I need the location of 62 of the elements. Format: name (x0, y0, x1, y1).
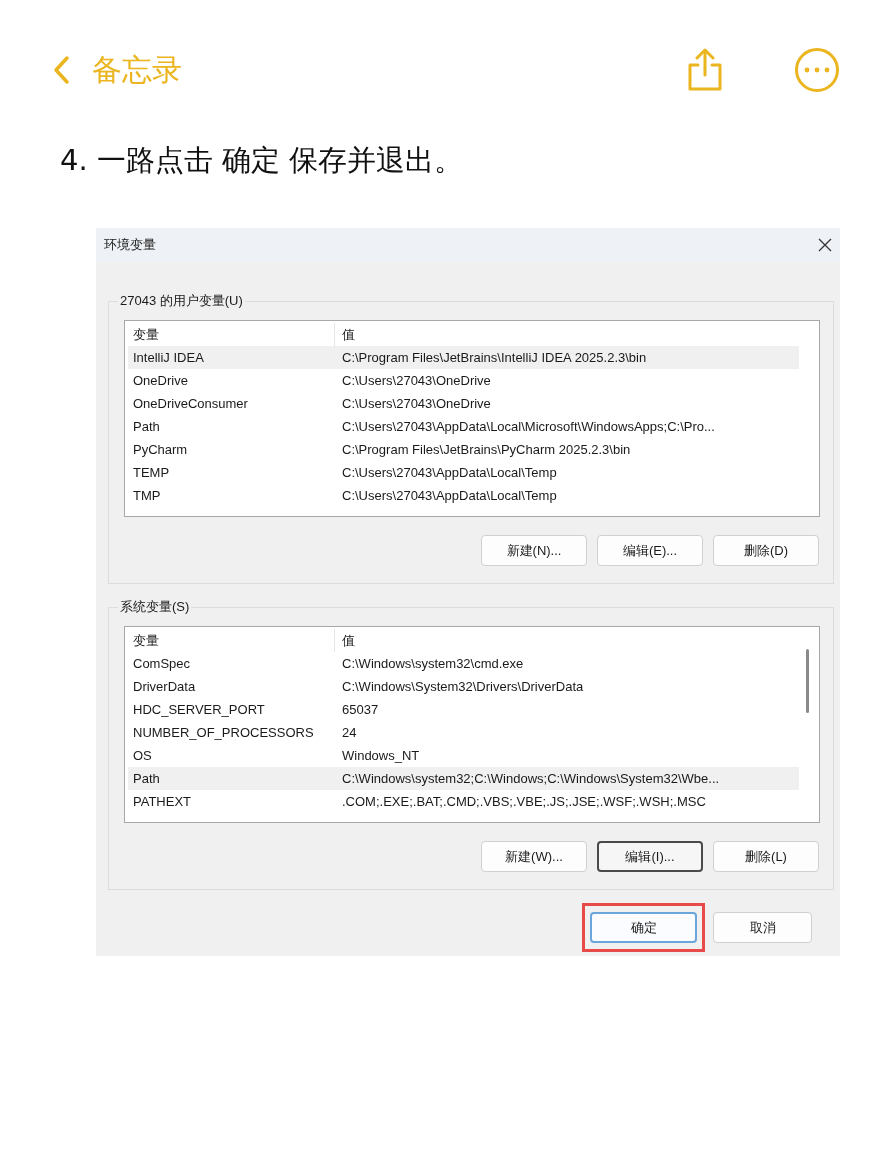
list-row[interactable]: Path C:\Windows\system32;C:\Windows;C:\Windows\System32\Wbe... (128, 767, 799, 790)
group-label: 系统变量(S) (119, 598, 191, 616)
list-row[interactable]: TMP C:\Users\27043\AppData\Local\Temp (128, 484, 799, 507)
variable-name: DriverData (132, 679, 197, 694)
dialog-button[interactable]: 删除(D) (713, 535, 819, 566)
column-header[interactable]: 值 (335, 325, 355, 344)
variable-value: C:\Users\27043\AppData\Local\Microsoft\WindowsApps;C:\Pro... (341, 419, 715, 434)
variable-name: ComSpec (132, 656, 192, 671)
dialog-button[interactable]: 新建(N)... (481, 535, 587, 566)
ok-button[interactable]: 确定 (590, 912, 697, 943)
variable-value: C:\Program Files\JetBrains\PyCharm 2025.2.3\bin (341, 442, 631, 457)
variable-name: PyCharm (132, 442, 189, 457)
variable-value: C:\Windows\system32;C:\Windows;C:\Windows\System32\Wbe... (341, 771, 720, 786)
variable-value: C:\Users\27043\OneDrive (341, 373, 491, 388)
share-icon[interactable] (686, 48, 724, 92)
variable-value: Windows_NT (341, 748, 420, 763)
group-label: 27043 的用户变量(U) (119, 292, 244, 310)
column-header[interactable]: 值 (335, 631, 355, 650)
dialog-button[interactable]: 新建(W)... (481, 841, 587, 872)
list-row[interactable]: OneDrive C:\Users\27043\OneDrive (128, 369, 799, 392)
variable-value: 24 (341, 725, 357, 740)
variable-name: OS (132, 748, 153, 763)
list-row[interactable]: IntelliJ IDEA C:\Program Files\JetBrains\IntelliJ IDEA 2025.2.3\bin (128, 346, 799, 369)
variable-value: C:\Windows\system32\cmd.exe (341, 656, 524, 671)
cancel-button[interactable]: 取消 (713, 912, 812, 943)
variable-value: C:\Users\27043\AppData\Local\Temp (341, 465, 557, 480)
variable-name: Path (132, 419, 161, 434)
variable-name: HDC_SERVER_PORT (132, 702, 266, 717)
variable-value: C:\Program Files\JetBrains\IntelliJ IDEA 2025.2.3\bin (341, 350, 647, 365)
variable-name: PATHEXT (132, 794, 193, 809)
variable-name: TEMP (132, 465, 171, 480)
dialog-button[interactable]: 删除(L) (713, 841, 819, 872)
list-row[interactable]: TEMP C:\Users\27043\AppData\Local\Temp (128, 461, 799, 484)
list-row[interactable]: PyCharm C:\Program Files\JetBrains\PyCharm 2025.2.3\bin (128, 438, 799, 461)
variable-value: C:\Windows\System32\Drivers\DriverData (341, 679, 584, 694)
close-icon[interactable] (818, 238, 832, 252)
dialog-button[interactable]: 编辑(I)... (597, 841, 703, 872)
variable-name: OneDrive (132, 373, 189, 388)
variable-name: Path (132, 771, 161, 786)
more-icon[interactable] (794, 47, 840, 93)
list-row[interactable]: PATHEXT .COM;.EXE;.BAT;.CMD;.VBS;.VBE;.JS;.JSE;.WSF;.WSH;.MSC (128, 790, 799, 813)
variable-name: OneDriveConsumer (132, 396, 249, 411)
list-row[interactable]: OS Windows_NT (128, 744, 799, 767)
column-header[interactable]: 变量 (128, 629, 335, 652)
list-row[interactable]: ComSpec C:\Windows\system32\cmd.exe (128, 652, 799, 675)
dialog-button[interactable]: 编辑(E)... (597, 535, 703, 566)
list-row[interactable]: HDC_SERVER_PORT 65037 (128, 698, 799, 721)
scrollbar[interactable] (806, 649, 809, 713)
variable-value: C:\Users\27043\OneDrive (341, 396, 491, 411)
variable-value: C:\Users\27043\AppData\Local\Temp (341, 488, 557, 503)
variable-name: NUMBER_OF_PROCESSORS (132, 725, 315, 740)
chevron-left-icon (52, 55, 70, 85)
variable-name: TMP (132, 488, 162, 503)
window-title: 环境变量 (104, 236, 156, 254)
note-text: 4. 一路点击 确定 保存并退出。 (60, 142, 464, 179)
variable-value: .COM;.EXE;.BAT;.CMD;.VBS;.VBE;.JS;.JSE;.WSF;.WSH;.MSC (341, 794, 706, 809)
list-row[interactable]: Path C:\Users\27043\AppData\Local\Microsoft\WindowsApps;C:\Pro... (128, 415, 799, 438)
list-row[interactable]: OneDriveConsumer C:\Users\27043\OneDrive (128, 392, 799, 415)
list-row[interactable]: DriverData C:\Windows\System32\Drivers\DriverData (128, 675, 799, 698)
variable-value: 65037 (341, 702, 379, 717)
list-row[interactable]: NUMBER_OF_PROCESSORS 24 (128, 721, 799, 744)
variable-name: IntelliJ IDEA (132, 350, 205, 365)
